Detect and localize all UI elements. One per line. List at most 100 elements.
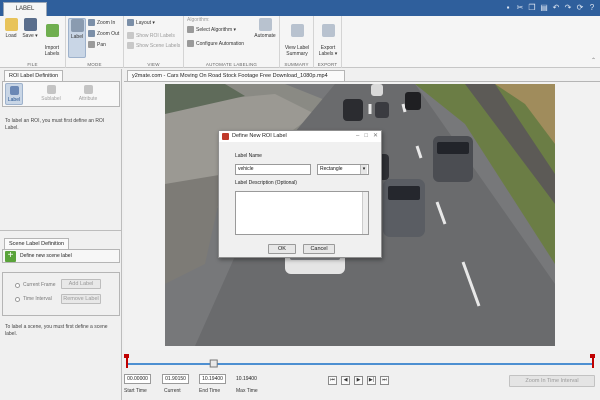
start-marker-flag — [124, 354, 129, 358]
scene-hint-text: To label a scene, you must first define … — [5, 324, 108, 337]
add-roi-label-button[interactable]: Label — [5, 83, 23, 105]
textarea-scrollbar[interactable] — [362, 192, 368, 234]
export-group: Export Labels ▾ EXPORT — [314, 16, 342, 68]
tab-label[interactable]: LABEL — [3, 2, 47, 16]
attribute-icon — [83, 85, 93, 94]
redo-quick-icon[interactable]: ↷ — [563, 3, 573, 13]
add-attribute-button[interactable]: Attribute — [75, 83, 101, 102]
time-interval-label: Time Interval — [23, 296, 52, 302]
time-interval-radio[interactable] — [15, 297, 20, 302]
dialog-title: Define New ROI Label — [232, 133, 287, 139]
algorithm-header: Algorithm: — [187, 17, 210, 23]
configure-automation-button[interactable]: Configure Automation — [187, 40, 244, 49]
folder-icon — [4, 18, 18, 31]
export-labels-button[interactable]: Export Labels ▾ — [316, 18, 340, 57]
go-to-start-icon[interactable]: ⏮ — [328, 376, 337, 385]
end-time-field[interactable]: 10.19400 — [199, 374, 226, 384]
roi-label-icon — [9, 86, 19, 95]
start-time-field[interactable]: 00.00000 — [124, 374, 151, 384]
max-time-caption: Max Time — [236, 388, 258, 394]
pan-hand-icon — [88, 41, 95, 49]
scene-define-bar: + Define new scene label — [2, 249, 120, 263]
next-frame-icon[interactable]: ▶| — [367, 376, 376, 385]
help-icon[interactable]: ? — [587, 3, 597, 13]
cut-quick-icon[interactable]: ✂ — [515, 3, 525, 13]
label-mode-icon — [70, 19, 84, 32]
layout-icon — [127, 19, 134, 27]
paste-quick-icon[interactable]: ▤ — [539, 3, 549, 13]
play-icon[interactable]: ▶ — [354, 376, 363, 385]
tab-roi-label-definition[interactable]: ROI Label Definition — [4, 70, 64, 81]
mode-group-label: MODE — [87, 62, 102, 67]
current-time-field[interactable]: 01.90150 — [162, 374, 189, 384]
max-time-value: 10.19400 — [236, 376, 257, 382]
save-icon — [23, 18, 37, 31]
copy-quick-icon[interactable]: ❐ — [527, 3, 537, 13]
collapse-toolstrip-icon[interactable]: ⌃ — [591, 57, 596, 64]
refresh-quick-icon[interactable]: ⟳ — [575, 3, 585, 13]
zoom-out-button[interactable]: Zoom Out — [88, 30, 119, 39]
left-panel: ROI Label Definition Label Sublabel Attr… — [0, 69, 122, 400]
add-sublabel-button[interactable]: Sublabel — [39, 83, 63, 102]
remove-scene-label-button[interactable]: Remove Label — [61, 294, 101, 304]
close-icon[interactable]: ✕ — [373, 133, 378, 139]
define-roi-label-dialog: Define New ROI Label – □ ✕ Label Name ve… — [218, 130, 382, 258]
summary-group-label: SUMMARY — [284, 62, 309, 67]
sublabel-icon — [46, 85, 56, 94]
time-slider[interactable] — [124, 352, 600, 372]
zoom-in-time-interval-button[interactable]: Zoom In Time Interval — [509, 375, 595, 387]
playhead-handle — [209, 359, 218, 368]
automate-button[interactable]: Automate — [252, 18, 278, 39]
save-button[interactable]: Save ▾ — [21, 18, 39, 39]
view-label-summary-button[interactable]: View Label Summary — [282, 18, 312, 57]
tab-video-file[interactable]: y2mate.com - Cars Moving On Road Stock F… — [127, 70, 345, 81]
current-caption: Current — [164, 388, 181, 394]
undo-quick-icon[interactable]: ↶ — [551, 3, 561, 13]
summary-group: View Label Summary SUMMARY — [280, 16, 314, 68]
current-frame-radio[interactable] — [15, 283, 20, 288]
automate-group-label: AUTOMATE LABELING — [205, 62, 258, 67]
end-marker-flag — [590, 354, 595, 358]
description-textarea[interactable] — [235, 191, 369, 235]
export-icon — [321, 24, 335, 37]
label-mode-button[interactable]: Label — [68, 18, 86, 58]
load-button[interactable]: Load — [3, 18, 19, 39]
current-frame-label: Current Frame — [23, 282, 56, 288]
dialog-title-bar: Define New ROI Label – □ ✕ — [219, 131, 381, 142]
zoom-in-button[interactable]: Zoom In — [88, 19, 115, 28]
end-time-caption: End Time — [199, 388, 221, 394]
add-scene-label-button[interactable]: Add Label — [61, 279, 101, 289]
shape-select[interactable]: Rectangle ▾ — [317, 164, 369, 175]
description-caption: Label Description (Optional) — [235, 180, 297, 186]
gear-icon — [187, 40, 194, 48]
panel-splitter[interactable] — [0, 230, 122, 235]
title-bar: LABEL ▪ ✂ ❐ ▤ ↶ ↷ ⟳ ? — [0, 0, 600, 16]
label-name-caption: Label Name — [235, 153, 262, 159]
scene-options-box: Current Frame Time Interval Add Label Re… — [2, 272, 120, 316]
tab-scene-label-definition[interactable]: Scene Label Definition — [4, 238, 70, 249]
layout-dropdown[interactable]: Layout ▾ — [127, 19, 155, 28]
show-roi-labels-toggle[interactable]: Show ROI Labels — [127, 32, 175, 41]
add-scene-label-icon[interactable]: + — [5, 251, 16, 262]
pan-button[interactable]: Pan — [88, 41, 106, 50]
maximize-icon[interactable]: □ — [364, 133, 368, 139]
start-time-caption: Start Time — [124, 388, 147, 394]
label-name-input[interactable]: vehicle — [235, 164, 311, 175]
file-group: Load Save ▾ Import Labels FILE — [0, 16, 66, 68]
zoom-in-icon — [88, 19, 95, 27]
scene-labels-icon — [127, 42, 134, 50]
ok-button[interactable]: OK — [268, 244, 296, 254]
automate-group: Algorithm: Select Algorithm ▾ Configure … — [184, 16, 280, 68]
roi-labels-icon — [127, 32, 134, 40]
minimize-icon[interactable]: – — [356, 133, 359, 139]
go-to-end-icon[interactable]: ⏭ — [380, 376, 389, 385]
select-algorithm-dropdown[interactable]: Select Algorithm ▾ — [187, 26, 236, 35]
file-group-label: FILE — [27, 62, 38, 67]
view-group: Layout ▾ Show ROI Labels Show Scene Labe… — [124, 16, 184, 68]
cancel-button[interactable]: Cancel — [303, 244, 335, 254]
save-quick-icon[interactable]: ▪ — [503, 3, 513, 13]
import-labels-button[interactable]: Import Labels — [41, 18, 63, 57]
previous-frame-icon[interactable]: ◀ — [341, 376, 350, 385]
chevron-down-icon: ▾ — [360, 165, 367, 174]
show-scene-labels-toggle[interactable]: Show Scene Labels — [127, 42, 180, 51]
